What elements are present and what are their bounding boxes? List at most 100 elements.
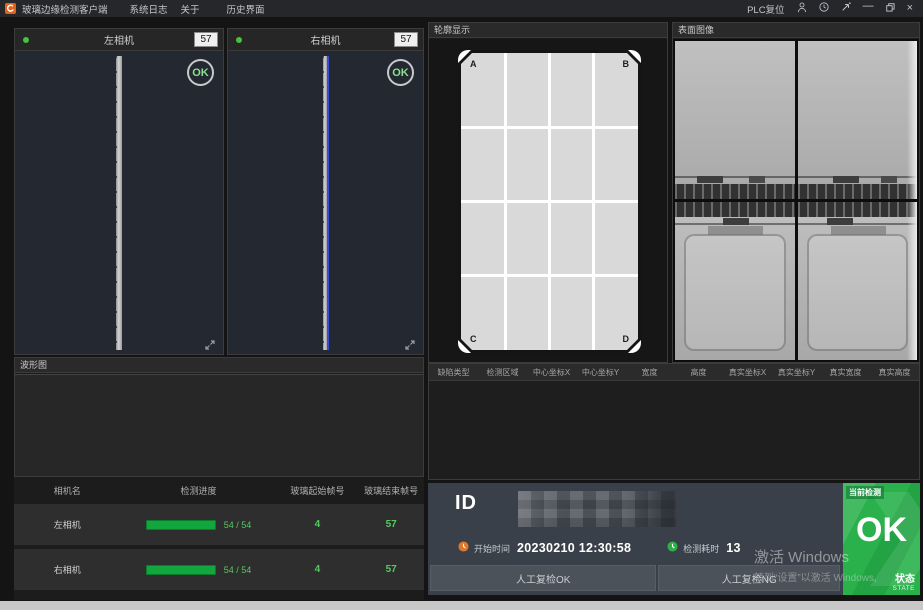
progress-table-header: 相机名 检测进度 玻璃起始帧号 玻璃结束帧号 <box>14 477 424 504</box>
start-time-value: 20230210 12:30:58 <box>517 541 631 555</box>
end-frame-cell: 57 <box>358 564 424 575</box>
progress-cell: 54 / 54 <box>121 520 277 530</box>
progress-text: 54 / 54 <box>224 520 252 530</box>
left-camera-image: OK <box>15 51 223 354</box>
waveform-panel-title: 波形图 <box>15 358 423 373</box>
left-camera-frame-count[interactable]: 57 <box>194 32 218 47</box>
minimize-icon[interactable]: — <box>863 1 874 12</box>
plc-reset-button[interactable]: PLC复位 <box>747 2 784 16</box>
defect-table: 缺陷类型 检测区域 中心坐标X 中心坐标Y 宽度 高度 真实坐标X 真实坐标Y … <box>428 363 920 480</box>
start-frame-cell: 4 <box>276 564 358 575</box>
col-real-y: 真实坐标Y <box>772 367 821 378</box>
start-frame-cell: 4 <box>276 519 358 530</box>
glass-edge-strip <box>116 56 122 350</box>
app-icon <box>5 3 16 14</box>
col-real-x: 真实坐标X <box>723 367 772 378</box>
clock-icon[interactable] <box>819 2 829 15</box>
menu-about[interactable]: 关于 <box>181 2 200 16</box>
result-ok-indicator: OK <box>187 59 214 86</box>
surface-panel-title: 表面图像 <box>673 23 919 38</box>
col-center-y: 中心坐标Y <box>576 367 625 378</box>
menubar: 系统日志 关于 历史界面 <box>130 2 265 16</box>
remote-arrow-icon[interactable] <box>841 2 851 15</box>
menu-system-log[interactable]: 系统日志 <box>130 2 168 16</box>
right-camera-image: OK <box>228 51 423 354</box>
glass-contour-stroke: A B C D <box>458 50 641 353</box>
status-dot <box>236 37 242 43</box>
right-camera-frame-count[interactable]: 57 <box>394 32 418 47</box>
corner-label-a: A <box>470 59 477 69</box>
right-camera-panel: 右相机 57 OK <box>227 28 424 355</box>
progress-cell: 54 / 54 <box>121 565 277 575</box>
col-width: 宽度 <box>625 367 674 378</box>
app-window: 玻璃边缘检测客户端 系统日志 关于 历史界面 PLC复位 — × <box>0 0 923 610</box>
col-detect-area: 检测区域 <box>478 367 527 378</box>
elapsed-label: 检测耗时 <box>683 542 719 555</box>
surface-photo-top-right <box>798 41 918 199</box>
left-camera-header: 左相机 57 <box>15 29 223 51</box>
app-title: 玻璃边缘检测客户端 <box>22 2 108 16</box>
expand-icon[interactable] <box>404 338 416 350</box>
close-icon[interactable]: × <box>907 3 913 14</box>
surface-photo-bottom-left <box>675 202 795 360</box>
left-camera-title: 左相机 <box>104 32 134 47</box>
surface-photo-top-left <box>675 41 795 199</box>
badge-state: 状态 STATE <box>893 574 915 592</box>
col-height: 高度 <box>674 367 723 378</box>
col-defect-type: 缺陷类型 <box>429 367 478 378</box>
manual-recheck-ok-button[interactable]: 人工复检OK <box>430 565 656 591</box>
contour-panel-title: 轮廓显示 <box>429 23 667 38</box>
badge-result-text: OK <box>843 511 920 550</box>
manual-recheck-buttons: 人工复检OK 人工复检NG <box>430 565 840 591</box>
elapsed-clock-icon <box>667 539 678 557</box>
id-label: ID <box>455 492 477 515</box>
right-camera-header: 右相机 57 <box>228 29 423 51</box>
col-end-frame: 玻璃结束帧号 <box>358 484 424 497</box>
table-row: 左相机 54 / 54 4 57 <box>14 504 424 545</box>
contour-canvas: A B C D <box>429 39 667 362</box>
col-progress: 检测进度 <box>121 484 277 497</box>
corner-label-d: D <box>623 334 630 344</box>
col-center-x: 中心坐标X <box>527 367 576 378</box>
restore-icon[interactable] <box>886 3 895 15</box>
progress-bar <box>146 565 216 575</box>
manual-recheck-ng-button[interactable]: 人工复检NG <box>658 565 840 591</box>
expand-icon[interactable] <box>204 338 216 350</box>
col-real-width: 真实宽度 <box>821 367 870 378</box>
right-camera-title: 右相机 <box>311 32 341 47</box>
badge-state-zh: 状态 <box>893 574 915 585</box>
left-camera-panel: 左相机 57 OK <box>14 28 224 355</box>
result-ok-indicator: OK <box>387 59 414 86</box>
status-dot <box>23 37 29 43</box>
elapsed-value: 13 <box>726 541 741 555</box>
defect-table-header: 缺陷类型 检测区域 中心坐标X 中心坐标Y 宽度 高度 真实坐标X 真实坐标Y … <box>429 364 919 381</box>
glass-edge-strip <box>323 56 329 350</box>
id-value-censored <box>518 491 676 527</box>
surface-image-grid <box>673 39 919 362</box>
table-row: 右相机 54 / 54 4 57 <box>14 549 424 590</box>
col-camera-name: 相机名 <box>14 484 121 497</box>
time-row: 开始时间 20230210 12:30:58 检测耗时 13 <box>458 539 741 557</box>
surface-photo-bottom-right <box>798 202 918 360</box>
col-start-frame: 玻璃起始帧号 <box>276 484 358 497</box>
start-time-clock-icon <box>458 539 469 557</box>
contour-panel: 轮廓显示 A B C D <box>428 22 668 363</box>
titlebar-right: PLC复位 — × <box>747 2 913 16</box>
waveform-canvas <box>15 374 423 476</box>
end-frame-cell: 57 <box>358 519 424 530</box>
titlebar: 玻璃边缘检测客户端 系统日志 关于 历史界面 PLC复位 — × <box>0 0 923 17</box>
window-bottom-edge <box>0 601 923 610</box>
progress-table: 相机名 检测进度 玻璃起始帧号 玻璃结束帧号 左相机 54 / 54 4 57 … <box>14 477 424 600</box>
glass-surface-grid: A B C D <box>461 53 638 350</box>
user-icon[interactable] <box>797 2 807 16</box>
camera-name-cell: 右相机 <box>14 563 121 576</box>
progress-bar <box>146 520 216 530</box>
glass-outline: A B C D <box>458 50 641 353</box>
menu-history[interactable]: 历史界面 <box>227 2 265 16</box>
camera-name-cell: 左相机 <box>14 518 121 531</box>
defect-table-body <box>429 382 919 479</box>
badge-caption: 当前检测 <box>846 486 884 499</box>
corner-label-b: B <box>623 59 630 69</box>
progress-text: 54 / 54 <box>224 565 252 575</box>
result-badge: 当前检测 OK 状态 STATE <box>843 483 920 595</box>
